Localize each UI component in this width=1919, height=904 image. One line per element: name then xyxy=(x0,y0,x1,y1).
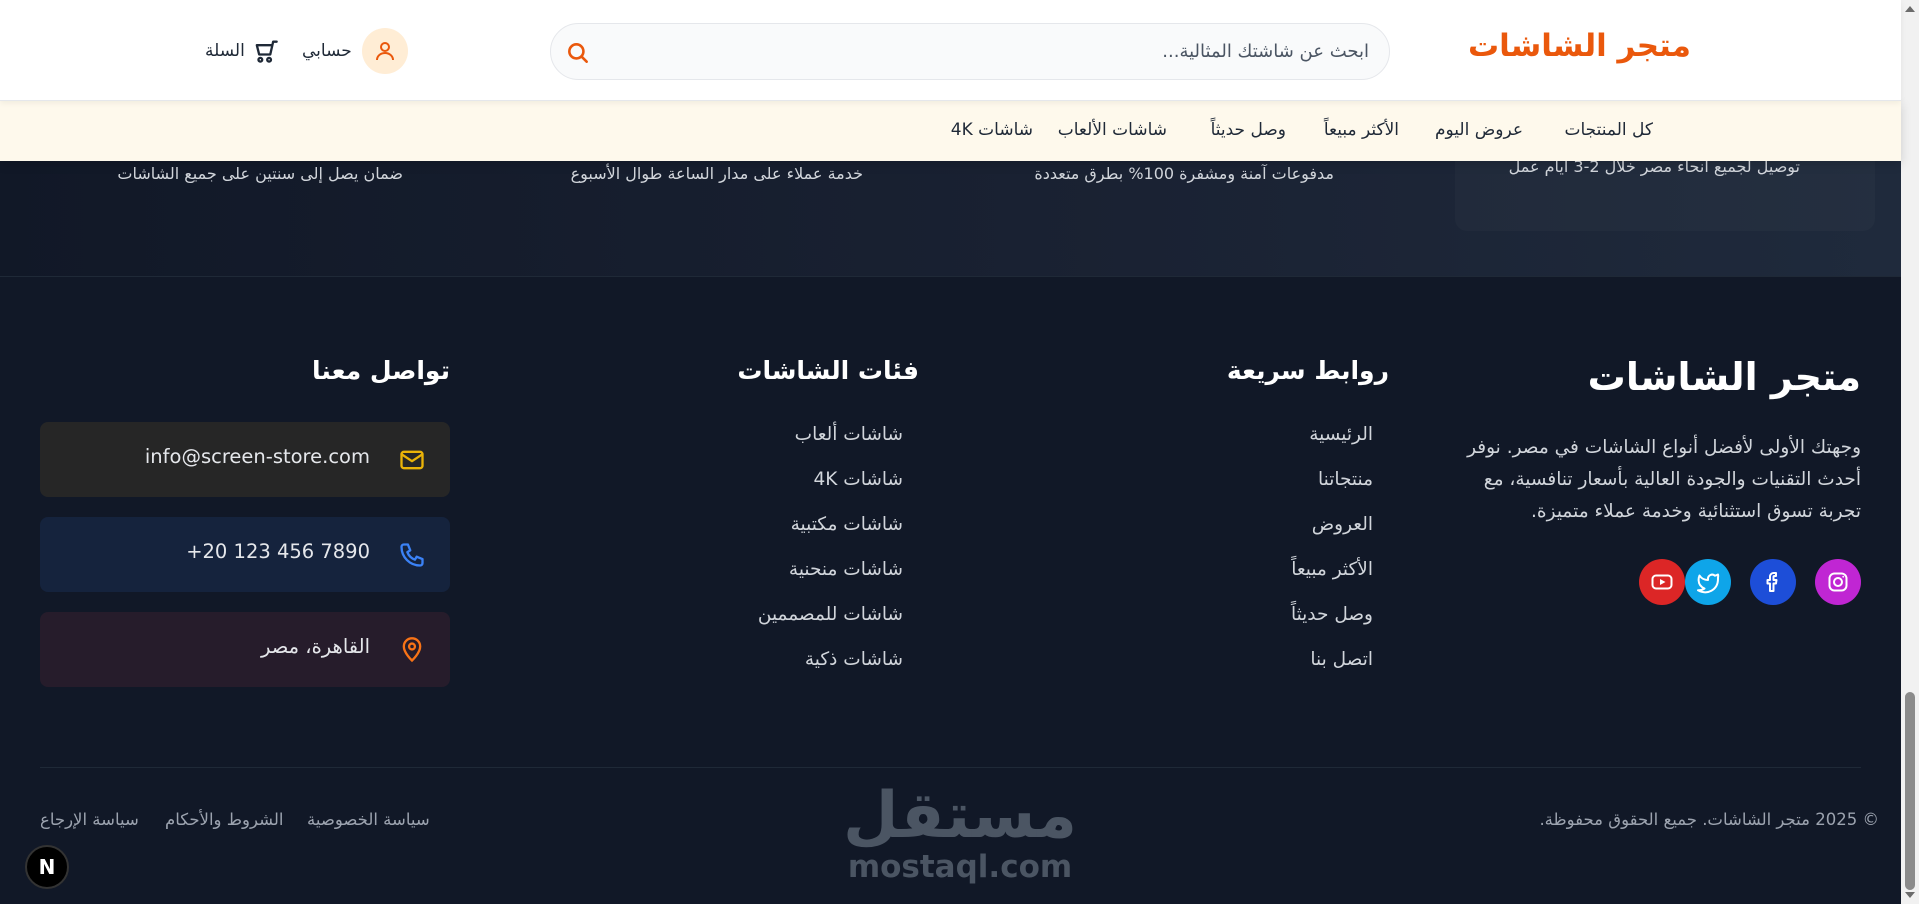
feature-support-text: خدمة عملاء على مدار الساعة طوال الأسبوع xyxy=(570,164,863,183)
site-header: متجر الشاشات حسابي السلة xyxy=(0,0,1901,101)
contact-address: القاهرة، مصر xyxy=(260,635,370,658)
quick-link-home[interactable]: الرئيسية xyxy=(1309,424,1373,445)
search-bar[interactable] xyxy=(550,23,1390,80)
scroll-up-arrow[interactable] xyxy=(1905,6,1915,12)
category-link-designers[interactable]: شاشات للمصممين xyxy=(758,604,903,625)
contact-address-card[interactable]: القاهرة، مصر xyxy=(40,612,450,687)
youtube-button[interactable] xyxy=(1639,559,1685,605)
category-link-4k[interactable]: شاشات 4K xyxy=(814,469,903,490)
scroll-down-arrow[interactable] xyxy=(1905,892,1915,898)
cart-button[interactable]: السلة xyxy=(205,36,279,66)
facebook-icon xyxy=(1766,572,1778,592)
copyright-text: © 2025 متجر الشاشات. جميع الحقوق محفوظة. xyxy=(1539,810,1879,829)
youtube-icon xyxy=(1651,574,1673,590)
feature-warranty-text: ضمان يصل إلى سنتين على جميع الشاشات xyxy=(117,164,403,183)
search-input[interactable] xyxy=(609,24,1369,79)
cart-icon xyxy=(255,40,278,63)
mail-icon xyxy=(400,450,424,470)
phone-icon xyxy=(400,543,424,567)
category-nav: كل المنتجات عروض اليوم الأكثر مبيعاً وصل… xyxy=(0,101,1901,161)
category-link-curved[interactable]: شاشات منحنية xyxy=(789,559,903,580)
nav-todays-deals[interactable]: عروض اليوم xyxy=(1435,120,1523,140)
features-strip: توصيل لجميع أنحاء مصر خلال 2-3 أيام عمل … xyxy=(0,157,1901,277)
contact-email[interactable]: info@screen-store.com xyxy=(145,445,370,468)
quick-link-best-sellers[interactable]: الأكثر مبيعاً xyxy=(1291,559,1373,580)
privacy-policy-link[interactable]: سياسة الخصوصية xyxy=(307,810,430,829)
category-link-smart[interactable]: شاشات ذكية xyxy=(805,649,903,670)
account-button[interactable]: حسابي xyxy=(302,28,408,74)
quick-link-new-arrivals[interactable]: وصل حديثاً xyxy=(1291,604,1373,625)
user-icon xyxy=(375,42,394,61)
category-link-gaming[interactable]: شاشات ألعاب xyxy=(795,424,903,445)
return-policy-link[interactable]: سياسة الإرجاع xyxy=(40,810,139,829)
watermark-arabic: مستقل xyxy=(842,779,1078,853)
quick-link-contact[interactable]: اتصل بنا xyxy=(1310,649,1373,670)
user-avatar xyxy=(361,28,408,74)
facebook-button[interactable] xyxy=(1750,559,1796,605)
nav-all-products[interactable]: كل المنتجات xyxy=(1564,120,1653,140)
page-scrollbar[interactable] xyxy=(1901,0,1919,904)
scroll-thumb[interactable] xyxy=(1905,692,1915,890)
site-logo[interactable]: متجر الشاشات xyxy=(1468,28,1691,64)
instagram-icon xyxy=(1828,572,1848,592)
cart-label: السلة xyxy=(205,41,245,61)
watermark-latin: mostaql.com xyxy=(847,849,1073,885)
feature-payment-text: مدفوعات آمنة ومشفرة 100% بطرق متعددة xyxy=(1034,164,1334,183)
search-icon[interactable] xyxy=(565,40,591,66)
account-label: حسابي xyxy=(302,41,352,61)
map-pin-icon xyxy=(402,637,422,663)
mostaql-watermark: مستقل mostaql.com xyxy=(840,780,1080,890)
nav-best-sellers[interactable]: الأكثر مبيعاً xyxy=(1324,120,1399,140)
contact-email-card[interactable]: info@screen-store.com xyxy=(40,422,450,497)
dev-tools-badge[interactable]: N xyxy=(25,845,69,889)
footer-divider xyxy=(40,767,1861,768)
nav-gaming-monitors[interactable]: شاشات الألعاب xyxy=(1058,120,1167,140)
instagram-button[interactable] xyxy=(1815,559,1861,605)
twitter-icon xyxy=(1697,573,1720,594)
contact-title: تواصل معنا xyxy=(312,356,450,385)
quick-link-offers[interactable]: العروض xyxy=(1312,514,1373,535)
contact-phone[interactable]: +20 123 456 7890 xyxy=(186,540,370,563)
nav-4k-monitors[interactable]: شاشات 4K xyxy=(951,120,1033,140)
twitter-button[interactable] xyxy=(1685,559,1731,605)
nav-new-arrivals[interactable]: وصل حديثاً xyxy=(1211,120,1286,140)
terms-link[interactable]: الشروط والأحكام xyxy=(165,810,283,829)
footer-brand-description: وجهتك الأولى لأفضل أنواع الشاشات في مصر.… xyxy=(1467,437,1861,522)
contact-phone-card[interactable]: +20 123 456 7890 xyxy=(40,517,450,592)
quick-links-title: روابط سريعة xyxy=(1226,356,1389,385)
quick-link-products[interactable]: منتجاتنا xyxy=(1318,469,1373,490)
category-link-office[interactable]: شاشات مكتبية xyxy=(791,514,903,535)
categories-title: فئات الشاشات xyxy=(737,356,919,385)
footer-brand-title: متجر الشاشات xyxy=(1587,355,1861,399)
